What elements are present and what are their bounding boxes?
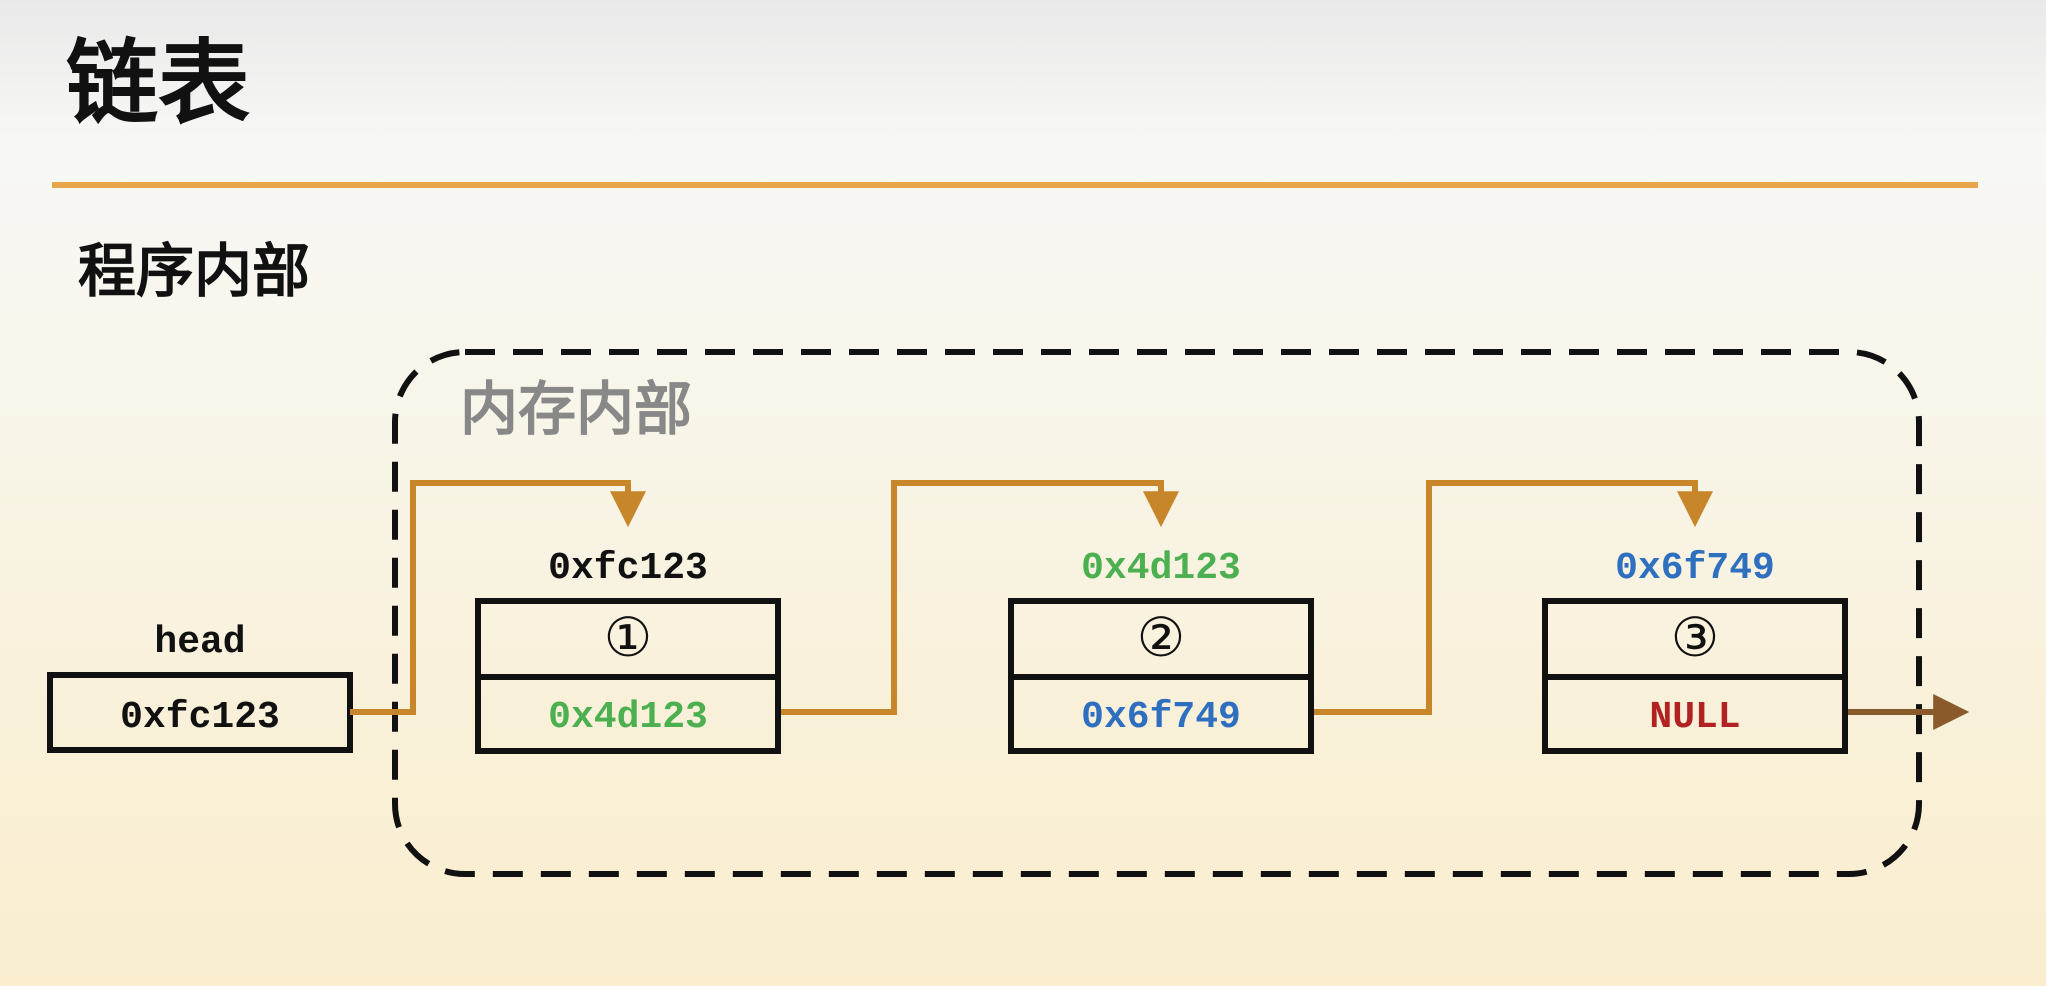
node-2-next: 0x6f749	[1081, 696, 1241, 739]
node-3-next: NULL	[1649, 696, 1740, 739]
node-3-number: ③	[1671, 606, 1719, 669]
list-node-1: 0xfc123 ① 0x4d123	[475, 547, 781, 754]
head-pointer: head 0xfc123	[47, 621, 353, 753]
node-1-next: 0x4d123	[548, 696, 708, 739]
node-1-number: ①	[604, 606, 652, 669]
node-3-address: 0x6f749	[1615, 547, 1775, 590]
list-node-3: 0x6f749 ③ NULL	[1542, 547, 1848, 754]
node-1-address: 0xfc123	[548, 547, 708, 590]
list-node-2: 0x4d123 ② 0x6f749	[1008, 547, 1314, 754]
head-label: head	[154, 621, 245, 664]
node-2-address: 0x4d123	[1081, 547, 1241, 590]
node-2-number: ②	[1137, 606, 1185, 669]
linked-list-diagram: head 0xfc123 0xfc123 ① 0x4d123 0x4d123 ②…	[47, 349, 1970, 877]
head-value: 0xfc123	[120, 696, 280, 739]
